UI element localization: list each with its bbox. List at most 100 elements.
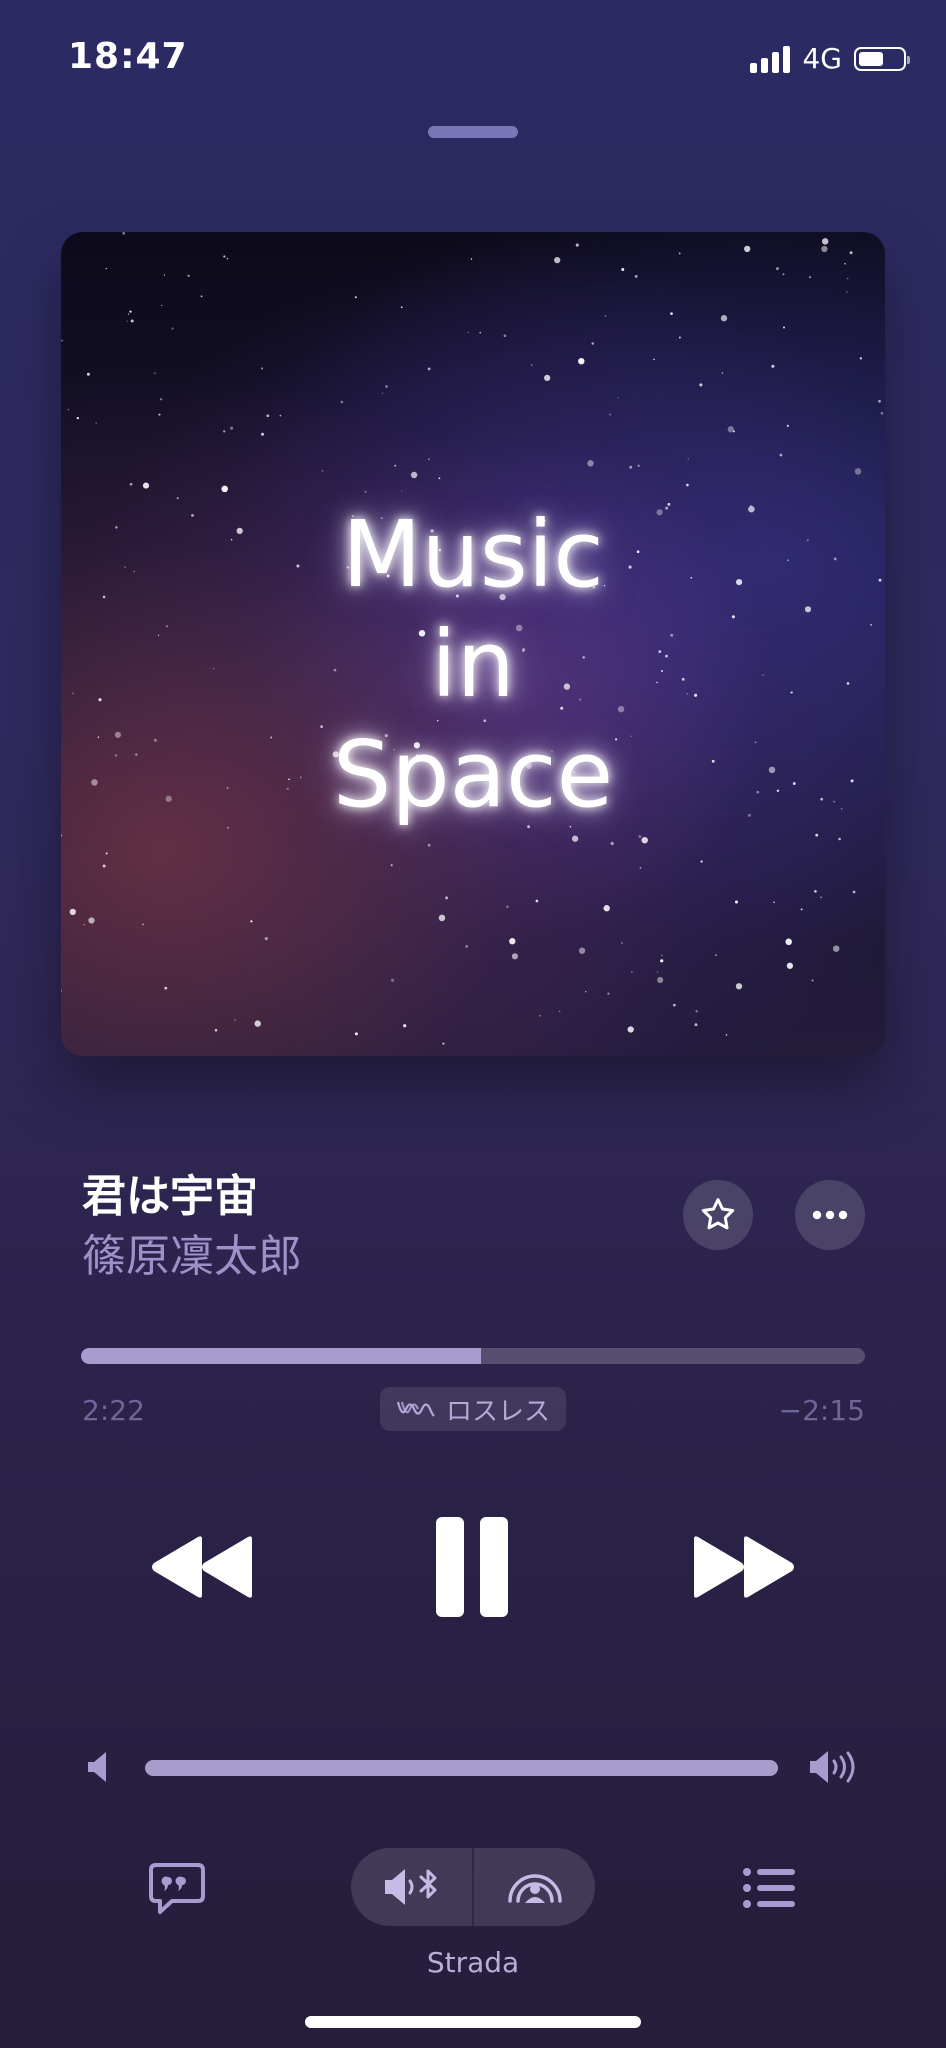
star-dot [261, 367, 264, 370]
star-dot [727, 426, 734, 433]
star-dot [673, 1003, 676, 1007]
star-dot [129, 482, 133, 486]
track-title[interactable]: 君は宇宙 [82, 1160, 258, 1224]
album-artwork-title: Music in Space [61, 500, 885, 830]
star-dot [76, 416, 79, 420]
pause-icon [436, 1517, 508, 1617]
star-icon [701, 1198, 735, 1230]
star-dot [171, 327, 174, 330]
star-dot [127, 313, 130, 315]
star-dot [678, 336, 681, 339]
star-dot [832, 945, 840, 952]
star-dot [142, 482, 150, 489]
airplay-audio-icon [507, 1874, 562, 1903]
speaker-output-button[interactable] [351, 1848, 472, 1926]
star-dot [164, 986, 168, 990]
volume-max-icon [808, 1748, 860, 1790]
star-dot [470, 258, 473, 260]
star-dot [530, 364, 533, 366]
audio-output-group [351, 1848, 595, 1926]
artwork-title-line-2: in [431, 611, 515, 718]
star-dot [859, 357, 863, 360]
star-dot [604, 315, 607, 317]
star-dot [223, 430, 226, 433]
star-dot [844, 263, 846, 265]
star-dot [720, 315, 728, 322]
star-dot [786, 962, 794, 969]
star-dot [783, 326, 785, 329]
sheet-grabber[interactable] [428, 126, 518, 138]
star-dot [158, 413, 161, 416]
star-dot [571, 835, 579, 842]
more-button[interactable] [795, 1180, 865, 1250]
star-dot [88, 917, 95, 924]
star-dot [535, 899, 539, 903]
star-dot [154, 372, 156, 375]
lyrics-button[interactable] [148, 1862, 206, 1920]
star-dot [639, 866, 642, 869]
star-dot [221, 485, 228, 493]
star-dot [578, 358, 585, 365]
star-dot [641, 836, 648, 844]
star-dot [811, 979, 814, 982]
star-dot [161, 304, 163, 307]
star-dot [629, 465, 633, 469]
star-dot [390, 864, 393, 867]
fast-forward-button[interactable] [690, 1535, 796, 1603]
star-dot [354, 1032, 358, 1036]
airplay-button[interactable] [474, 1848, 595, 1926]
status-time: 18:47 [68, 36, 188, 77]
star-dot [230, 426, 234, 430]
volume-min-icon [86, 1750, 112, 1788]
star-dot [847, 277, 849, 280]
star-dot [846, 290, 848, 293]
favorite-button[interactable] [683, 1180, 753, 1250]
star-dot [775, 267, 779, 271]
star-dot [410, 471, 418, 479]
star-dot [390, 978, 395, 982]
lossless-badge[interactable]: ロスレス [380, 1387, 566, 1431]
star-dot [554, 256, 561, 264]
star-dot [609, 413, 612, 416]
rewind-icon [152, 1536, 252, 1598]
home-indicator[interactable] [305, 2016, 641, 2028]
star-dot [479, 331, 482, 334]
volume-slider[interactable] [145, 1760, 778, 1776]
star-dot [627, 1026, 634, 1033]
elapsed-time: 2:22 [82, 1394, 145, 1427]
queue-button[interactable] [742, 1866, 796, 1914]
star-dot [102, 864, 106, 868]
pause-button[interactable] [432, 1515, 512, 1623]
star-dot [660, 959, 664, 963]
star-dot [735, 983, 743, 990]
star-dot [83, 923, 86, 926]
star-dot [509, 938, 516, 945]
star-dot [670, 312, 673, 316]
star-dot [364, 490, 367, 493]
star-dot [591, 342, 594, 345]
star-dot [786, 424, 789, 427]
rewind-button[interactable] [150, 1535, 256, 1603]
star-dot [686, 483, 689, 487]
queue-list-icon [743, 1868, 795, 1908]
star-dot [354, 296, 357, 299]
star-dot [700, 860, 703, 863]
star-dot [607, 992, 610, 995]
star-dot [126, 320, 128, 322]
star-dot [264, 937, 268, 941]
star-dot [427, 367, 431, 371]
star-dot [86, 372, 90, 376]
star-dot [820, 896, 822, 899]
star-dot [503, 334, 507, 338]
lyrics-icon [149, 1863, 205, 1914]
star-dot [687, 458, 689, 460]
star-dot [621, 942, 623, 944]
star-dot [465, 944, 469, 948]
artwork-title-line-1: Music [342, 501, 604, 608]
star-dot [442, 1042, 445, 1045]
star-dot [878, 399, 881, 403]
star-dot [254, 1020, 261, 1027]
track-artist[interactable]: 篠原凜太郎 [82, 1220, 302, 1284]
star-dot [381, 392, 384, 394]
playback-scrubber[interactable] [81, 1348, 865, 1364]
